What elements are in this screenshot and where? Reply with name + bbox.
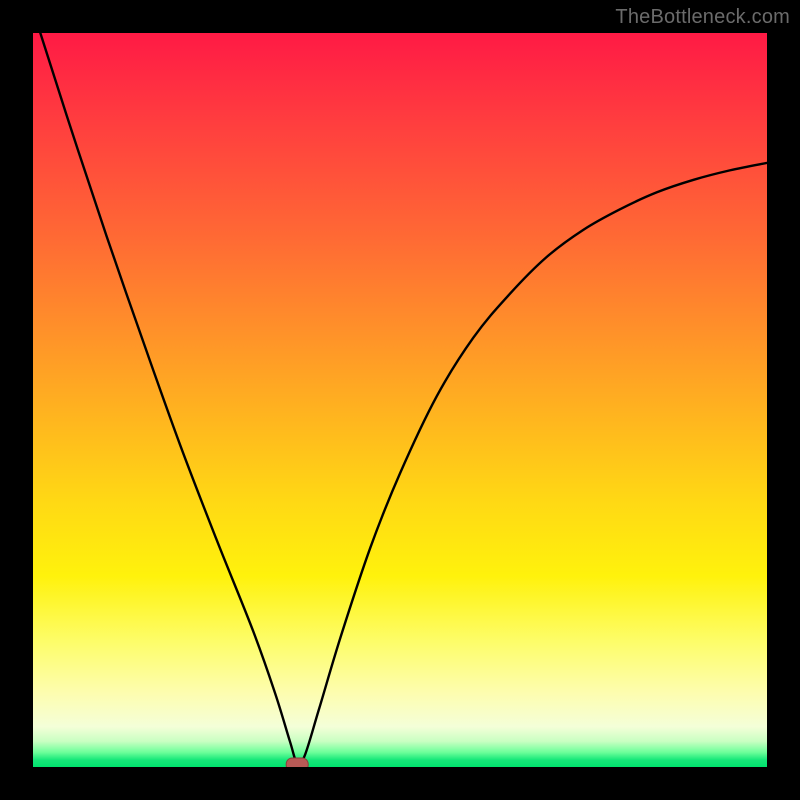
minimum-marker [33, 33, 767, 767]
watermark-text: TheBottleneck.com [615, 6, 790, 29]
plot-area [33, 33, 767, 767]
chart-frame: TheBottleneck.com [0, 0, 800, 800]
